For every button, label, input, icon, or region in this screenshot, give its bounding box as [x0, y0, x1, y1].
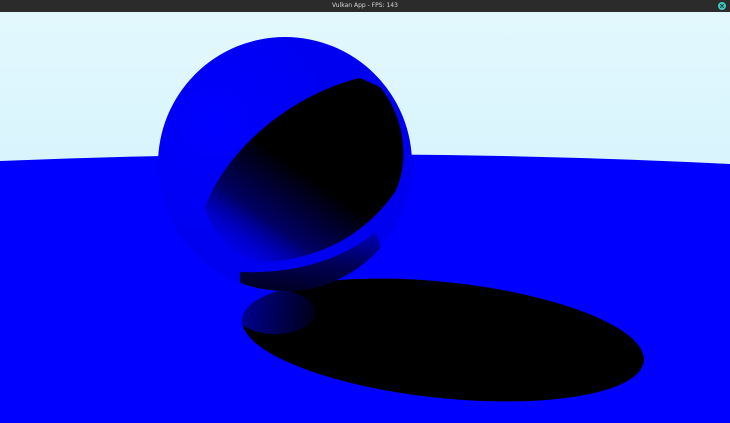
shadow-penumbra: [235, 290, 315, 334]
close-icon: [719, 3, 725, 9]
scene-canvas: [0, 12, 730, 423]
close-button[interactable]: [718, 2, 726, 10]
render-viewport[interactable]: [0, 12, 730, 423]
app-window: Vulkan App - FPS: 143: [0, 0, 730, 423]
window-title: Vulkan App - FPS: 143: [332, 2, 398, 9]
title-bar[interactable]: Vulkan App - FPS: 143: [0, 0, 730, 12]
